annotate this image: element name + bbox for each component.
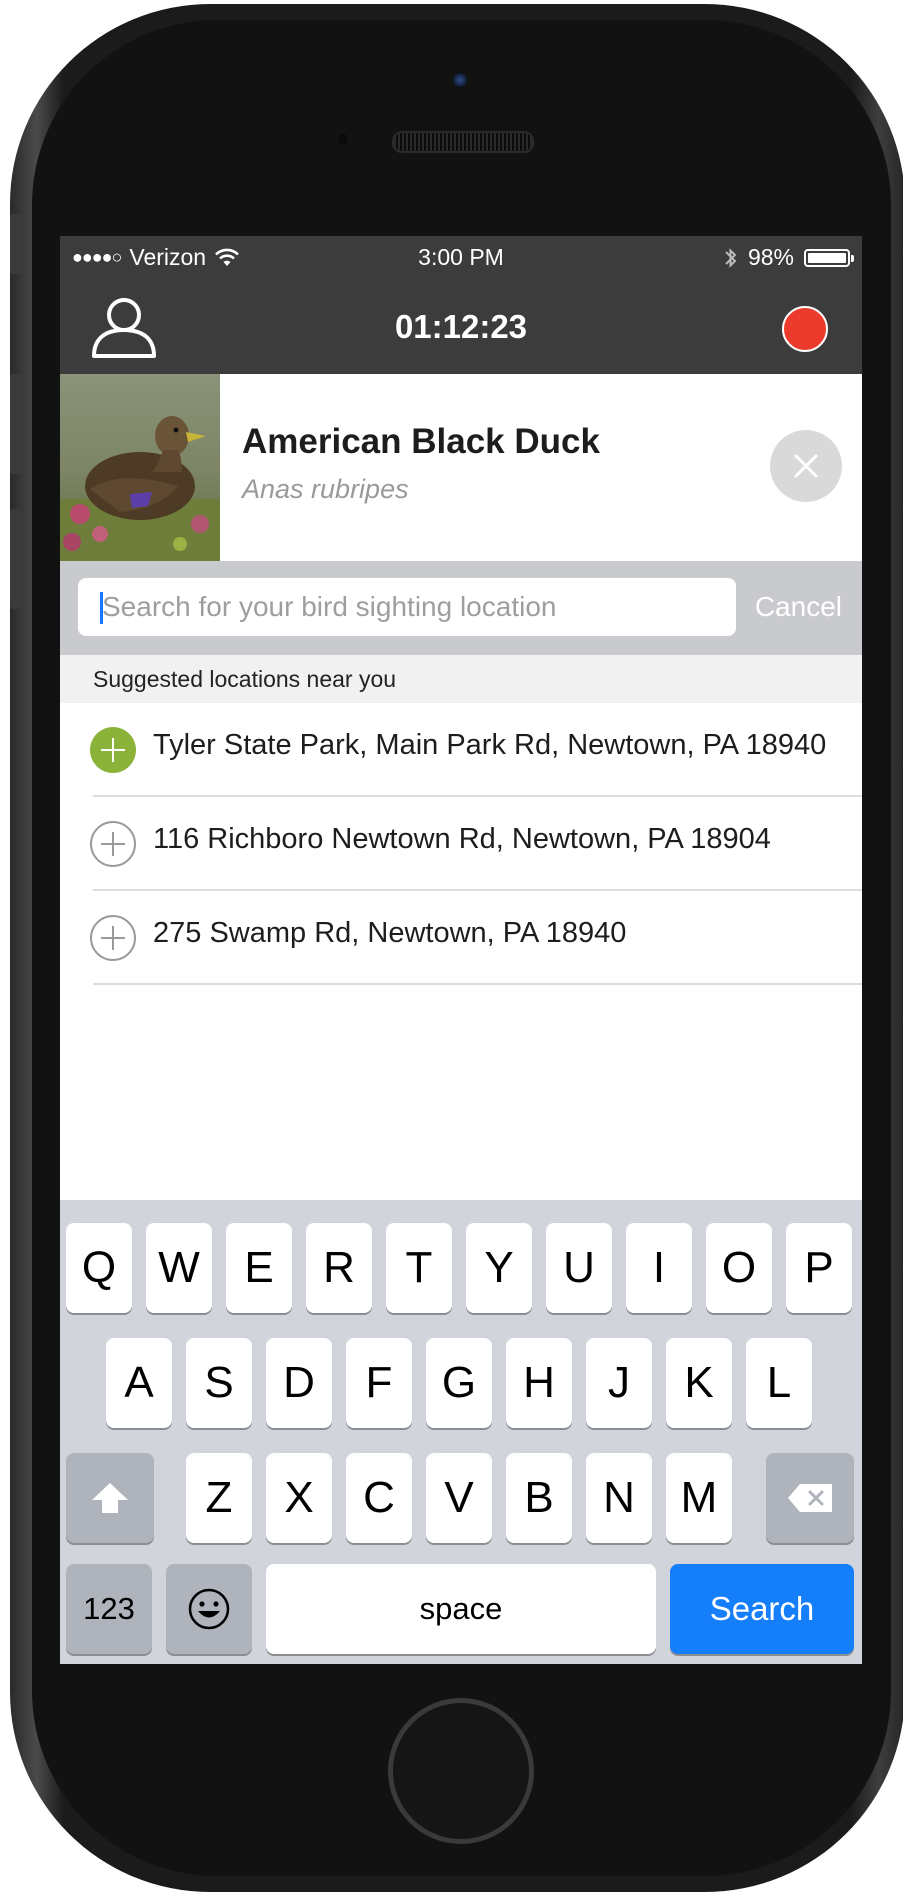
shift-key[interactable] [66, 1453, 154, 1543]
location-item[interactable]: 275 Swamp Rd, Newtown, PA 18940 [60, 891, 862, 985]
record-button[interactable] [782, 306, 828, 352]
key-x[interactable]: X [266, 1453, 332, 1543]
emoji-icon [188, 1588, 230, 1630]
divider [93, 983, 862, 985]
bird-common-name: American Black Duck [242, 422, 600, 461]
location-search-bar: Cancel [60, 561, 862, 655]
bluetooth-icon [725, 247, 737, 268]
backspace-key[interactable] [766, 1453, 854, 1543]
volume-down-button [10, 509, 22, 609]
location-label: 116 Richboro Newtown Rd, Newtown, PA 189… [153, 823, 771, 855]
volume-up-button [10, 374, 22, 474]
key-u[interactable]: U [546, 1223, 612, 1313]
key-o[interactable]: O [706, 1223, 772, 1313]
location-list: Tyler State Park, Main Park Rd, Newtown,… [60, 703, 862, 985]
status-bar: ●●●●○ Verizon 3:00 PM 98% [60, 236, 862, 282]
key-p[interactable]: P [786, 1223, 852, 1313]
location-item[interactable]: Tyler State Park, Main Park Rd, Newtown,… [60, 703, 862, 797]
add-location-icon[interactable] [90, 821, 136, 867]
key-m[interactable]: M [666, 1453, 732, 1543]
text-cursor [100, 592, 103, 624]
backspace-icon [788, 1484, 832, 1512]
key-g[interactable]: G [426, 1338, 492, 1428]
key-f[interactable]: F [346, 1338, 412, 1428]
app-screen: ●●●●○ Verizon 3:00 PM 98% 01:12:23 Ameri… [60, 236, 862, 1664]
mute-switch [10, 214, 22, 274]
location-item[interactable]: 116 Richboro Newtown Rd, Newtown, PA 189… [60, 797, 862, 891]
location-search-input[interactable] [102, 578, 722, 636]
key-a[interactable]: A [106, 1338, 172, 1428]
location-label: Tyler State Park, Main Park Rd, Newtown,… [153, 729, 827, 761]
close-icon [794, 454, 818, 478]
home-button[interactable] [388, 1698, 534, 1844]
key-r[interactable]: R [306, 1223, 372, 1313]
key-v[interactable]: V [426, 1453, 492, 1543]
key-e[interactable]: E [226, 1223, 292, 1313]
key-y[interactable]: Y [466, 1223, 532, 1313]
battery-percent: 98% [747, 244, 794, 270]
numbers-key[interactable]: 123 [66, 1564, 152, 1654]
key-j[interactable]: J [586, 1338, 652, 1428]
key-q[interactable]: Q [66, 1223, 132, 1313]
session-timer: 01:12:23 [394, 308, 528, 345]
shift-icon [92, 1483, 128, 1513]
key-s[interactable]: S [186, 1338, 252, 1428]
key-n[interactable]: N [586, 1453, 652, 1543]
nav-bar: 01:12:23 [60, 282, 862, 374]
suggestions-header-label: Suggested locations near you [93, 666, 397, 692]
key-i[interactable]: I [626, 1223, 692, 1313]
earpiece-speaker [392, 131, 534, 153]
bird-card: American Black Duck Anas rubripes [60, 374, 862, 561]
key-k[interactable]: K [666, 1338, 732, 1428]
proximity-sensor [338, 134, 348, 144]
key-w[interactable]: W [146, 1223, 212, 1313]
key-z[interactable]: Z [186, 1453, 252, 1543]
suggestions-header: Suggested locations near you [60, 655, 862, 703]
add-location-icon[interactable] [90, 915, 136, 961]
key-b[interactable]: B [506, 1453, 572, 1543]
emoji-key[interactable] [166, 1564, 252, 1654]
cancel-button[interactable]: Cancel [755, 591, 842, 623]
key-d[interactable]: D [266, 1338, 332, 1428]
dismiss-bird-button[interactable] [770, 430, 842, 502]
key-l[interactable]: L [746, 1338, 812, 1428]
bird-scientific-name: Anas rubripes [242, 474, 409, 504]
key-c[interactable]: C [346, 1453, 412, 1543]
search-field[interactable] [78, 578, 736, 636]
key-t[interactable]: T [386, 1223, 452, 1313]
bird-photo [60, 374, 220, 561]
onscreen-keyboard: Q W E R T Y U I O P A S D F G H J K L Z … [60, 1200, 862, 1664]
battery-icon [804, 248, 854, 267]
space-key[interactable]: space [266, 1564, 656, 1654]
front-camera [452, 72, 468, 88]
location-label: 275 Swamp Rd, Newtown, PA 18940 [153, 917, 627, 949]
search-key[interactable]: Search [670, 1564, 854, 1654]
key-h[interactable]: H [506, 1338, 572, 1428]
add-location-selected-icon[interactable] [90, 727, 136, 773]
